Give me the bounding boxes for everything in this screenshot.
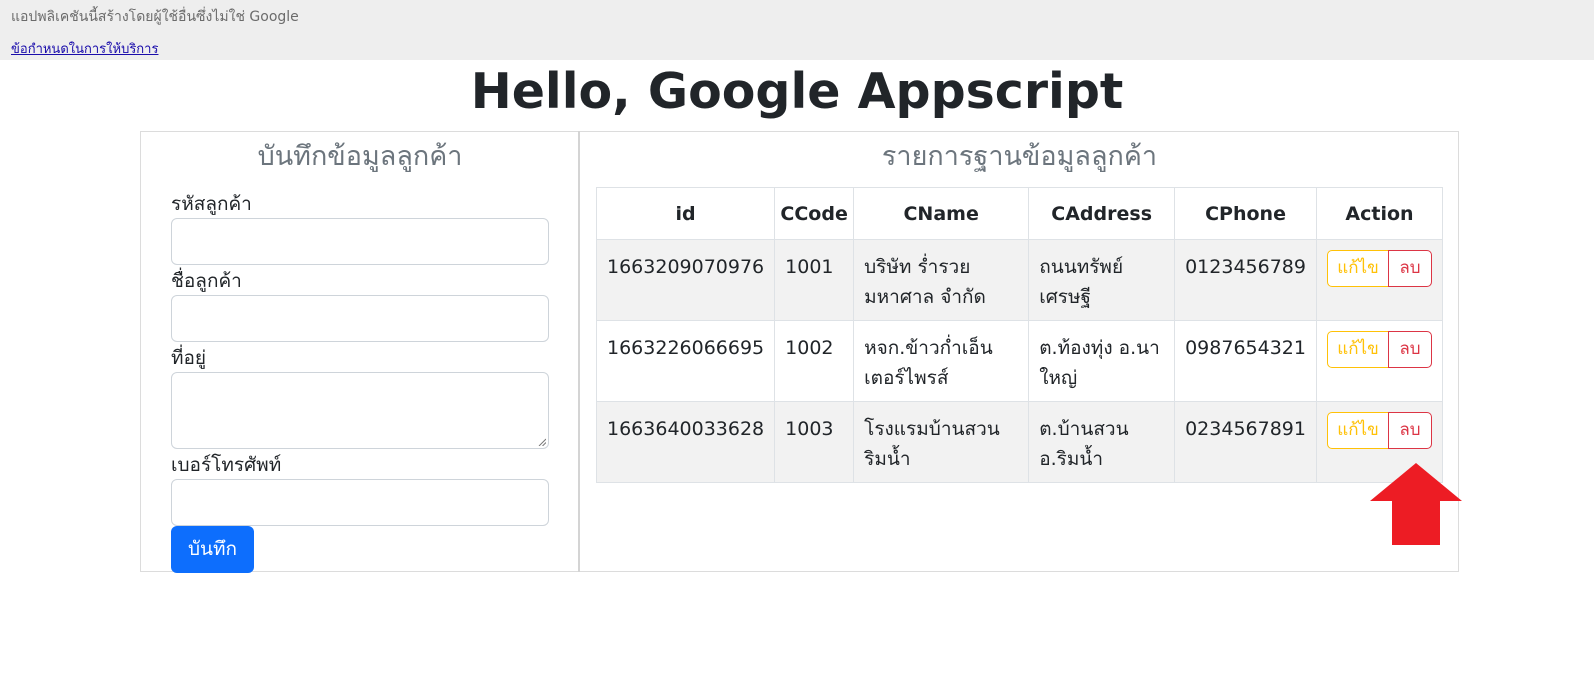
customer-code-label: รหัสลูกค้า	[171, 193, 252, 215]
delete-button[interactable]: ลบ	[1387, 250, 1432, 287]
cell-cname: โรงแรมบ้านสวนริมน้ำ	[853, 401, 1030, 483]
unverified-app-notice: แอปพลิเคชันนี้สร้างโดยผู้ใช้อื่นซึ่งไม่ใ…	[11, 9, 299, 25]
address-textarea[interactable]	[171, 372, 549, 449]
delete-button[interactable]: ลบ	[1387, 412, 1432, 449]
form-title: บันทึกข้อมูลลูกค้า	[257, 141, 463, 172]
column-header-ccode: CCode	[774, 187, 855, 240]
customer-table: id CCode CName CAddress CPhone Action 16…	[595, 187, 1444, 483]
cell-ccode: 1001	[774, 239, 855, 321]
resize-grip-icon[interactable]	[538, 438, 546, 446]
customer-name-label: ชื่อลูกค้า	[171, 270, 242, 292]
address-label: ที่อยู่	[171, 347, 207, 369]
cell-id: 1663226066695	[595, 320, 776, 402]
table-row: 1663226066695 1002 หจก.ข้าวก่ำเอ็นเตอร์ไ…	[595, 320, 1444, 402]
customer-list-title: รายการฐานข้อมูลลูกค้า	[881, 141, 1158, 172]
customer-code-input[interactable]	[171, 218, 549, 265]
column-header-cname: CName	[853, 187, 1030, 240]
table-header-row: id CCode CName CAddress CPhone Action	[595, 187, 1444, 240]
save-button[interactable]: บันทึก	[171, 526, 254, 573]
cell-id: 1663209070976	[595, 239, 776, 321]
red-up-arrow-icon	[1370, 463, 1462, 545]
page-title: Hello, Google Appscript	[470, 63, 1124, 120]
cell-action: แก้ไข ลบ	[1315, 239, 1444, 321]
phone-input[interactable]	[171, 479, 549, 526]
cell-cphone: 0987654321	[1174, 320, 1317, 402]
column-header-action: Action	[1315, 187, 1444, 240]
cell-caddress: ต.บ้านสวน อ.ริมน้ำ	[1028, 401, 1176, 483]
customer-name-input[interactable]	[171, 295, 549, 342]
terms-of-service-link[interactable]: ข้อกำหนดในการให้บริการ	[11, 38, 158, 59]
cell-cphone: 0234567891	[1174, 401, 1317, 483]
table-row: 1663209070976 1001 บริษัท ร่ำรวย มหาศาล …	[595, 239, 1444, 321]
cell-ccode: 1002	[774, 320, 855, 402]
cell-caddress: ถนนทรัพย์ เศรษฐี	[1028, 239, 1176, 321]
cell-cname: บริษัท ร่ำรวย มหาศาล จำกัด	[853, 239, 1030, 321]
edit-button[interactable]: แก้ไข	[1326, 331, 1389, 368]
table-row: 1663640033628 1003 โรงแรมบ้านสวนริมน้ำ ต…	[595, 401, 1444, 483]
cell-cname: หจก.ข้าวก่ำเอ็นเตอร์ไพรส์	[853, 320, 1030, 402]
cell-caddress: ต.ท้องทุ่ง อ.นาใหญ่	[1028, 320, 1176, 402]
cell-cphone: 0123456789	[1174, 239, 1317, 321]
edit-button[interactable]: แก้ไข	[1326, 412, 1389, 449]
delete-button[interactable]: ลบ	[1387, 331, 1432, 368]
phone-label: เบอร์โทรศัพท์	[171, 454, 282, 476]
column-header-caddress: CAddress	[1028, 187, 1176, 240]
unverified-app-banner: แอปพลิเคชันนี้สร้างโดยผู้ใช้อื่นซึ่งไม่ใ…	[0, 0, 1594, 60]
cell-ccode: 1003	[774, 401, 855, 483]
column-header-id: id	[595, 187, 776, 240]
edit-button[interactable]: แก้ไข	[1326, 250, 1389, 287]
column-header-cphone: CPhone	[1174, 187, 1317, 240]
cell-action: แก้ไข ลบ	[1315, 320, 1444, 402]
cell-id: 1663640033628	[595, 401, 776, 483]
